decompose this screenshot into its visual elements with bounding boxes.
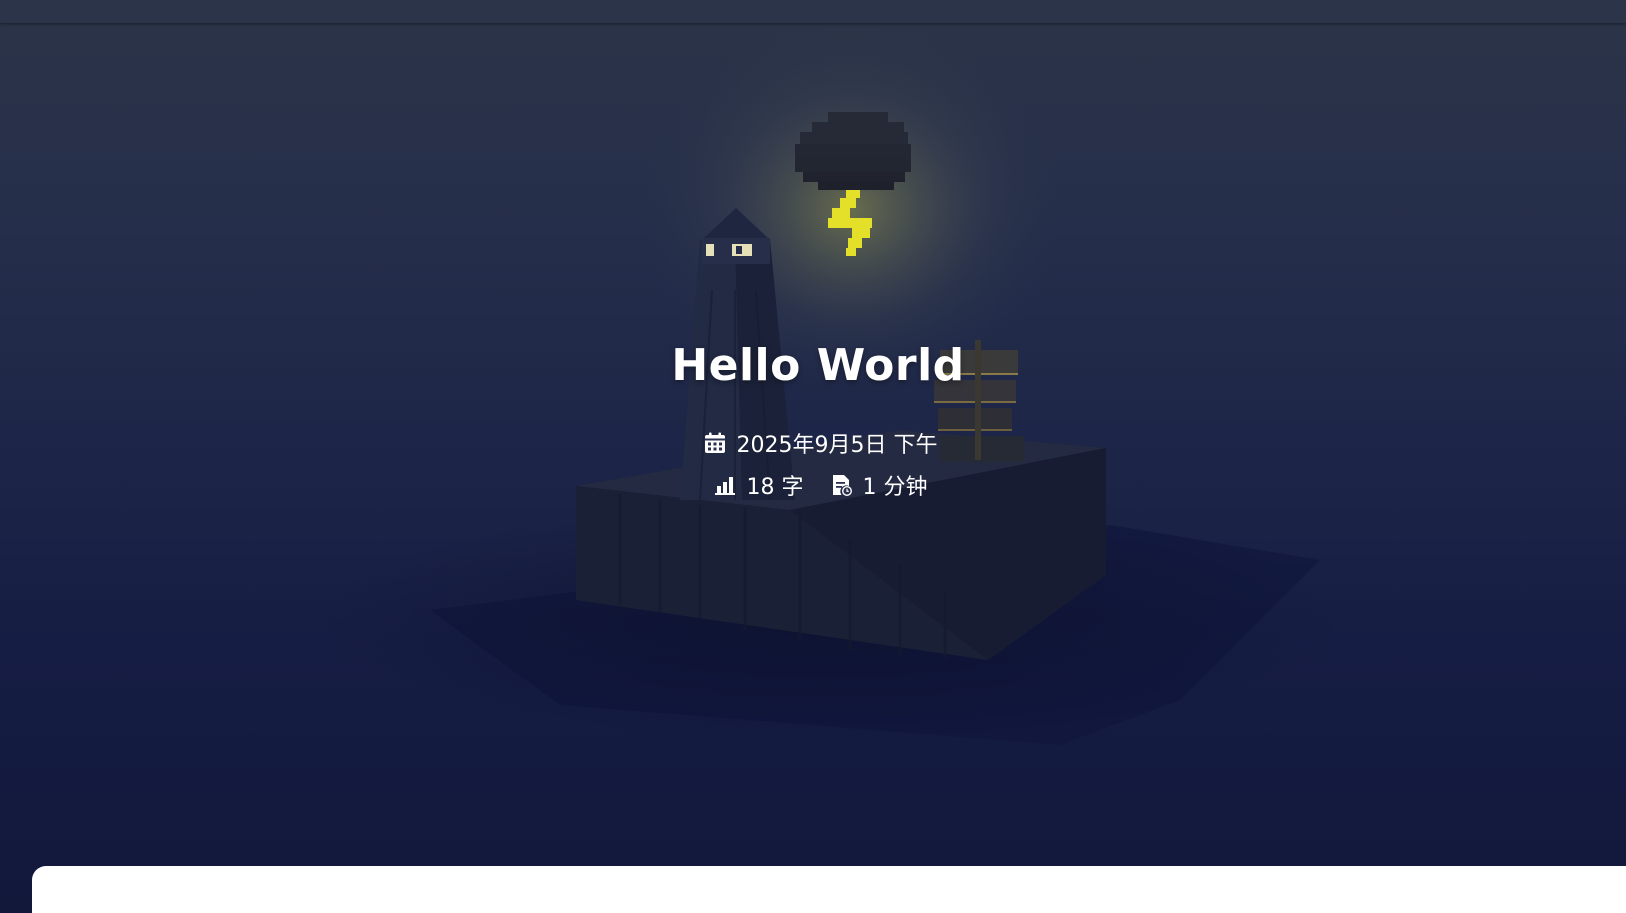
read-time-text: 1 分钟 bbox=[862, 475, 928, 500]
calendar-icon bbox=[704, 432, 725, 453]
post-word-count: 18 字 bbox=[713, 469, 804, 501]
post-date: 2025年9月5日 下午 bbox=[703, 427, 938, 459]
top-navbar bbox=[0, 0, 1626, 23]
post-title-wrapper: Hello World bbox=[0, 340, 1626, 391]
post-read-time: 1 分钟 bbox=[829, 469, 928, 501]
post-date-text: 2025年9月5日 下午 bbox=[736, 433, 938, 458]
post-title: Hello World bbox=[671, 340, 965, 391]
post-date-row: 2025年9月5日 下午 bbox=[0, 427, 1626, 459]
storm-cloud bbox=[795, 112, 911, 190]
post-stats-row: 18 字 1 分钟 bbox=[0, 469, 1626, 501]
post-content-card bbox=[32, 866, 1626, 913]
page: Hello World 2025年9月5日 下午 18 字 1 分钟 bbox=[0, 0, 1626, 913]
word-count-text: 18 字 bbox=[746, 475, 804, 500]
bar-chart-icon bbox=[714, 477, 735, 495]
reading-time-icon bbox=[832, 475, 852, 496]
